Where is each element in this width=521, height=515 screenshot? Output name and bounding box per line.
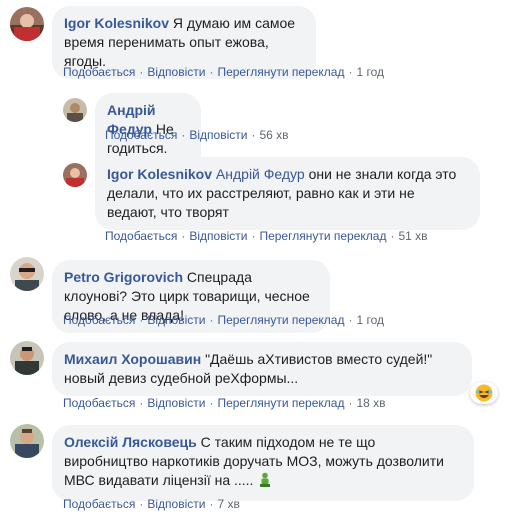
avatar-mikhail-khoroshavin[interactable] bbox=[10, 341, 44, 375]
laughing-emoji-icon bbox=[475, 384, 493, 402]
comment-timestamp[interactable]: 18 хв bbox=[356, 396, 385, 410]
user-photo-icon bbox=[63, 163, 87, 187]
reply-button[interactable]: Відповісти bbox=[189, 128, 247, 142]
comment-actions: Подобається · Відповісти · 56 хв bbox=[105, 127, 289, 143]
comment-author[interactable]: Михаил Хорошавин bbox=[64, 351, 201, 367]
separator-dot: · bbox=[209, 497, 214, 511]
separator-dot: · bbox=[209, 313, 214, 327]
reply-button[interactable]: Відповісти bbox=[147, 396, 205, 410]
comment-timestamp[interactable]: 51 хв bbox=[398, 229, 427, 243]
separator-dot: · bbox=[348, 396, 353, 410]
see-translation-link[interactable]: Переглянути переклад bbox=[217, 65, 344, 79]
like-button[interactable]: Подобається bbox=[63, 396, 135, 410]
comment-actions: Подобається · Відповісти · 7 хв bbox=[63, 496, 240, 512]
comment-actions: Подобається · Відповісти · Переглянути перек… bbox=[105, 228, 428, 244]
separator-dot: · bbox=[181, 128, 186, 142]
comment-timestamp[interactable]: 7 хв bbox=[217, 497, 239, 511]
comment-author[interactable]: Олексій Лясковець bbox=[64, 434, 197, 450]
see-translation-link[interactable]: Переглянути переклад bbox=[259, 229, 386, 243]
user-photo-icon bbox=[63, 98, 87, 122]
user-photo-icon bbox=[10, 257, 44, 291]
like-button[interactable]: Подобається bbox=[105, 128, 177, 142]
user-photo-icon bbox=[10, 341, 44, 375]
user-photo-icon bbox=[10, 424, 44, 458]
comment-bubble: Igor Kolesnikov Андрій Федур они не знал… bbox=[95, 157, 480, 230]
separator-dot: · bbox=[139, 396, 144, 410]
comment-timestamp[interactable]: 56 хв bbox=[259, 128, 288, 142]
comment-author[interactable]: Igor Kolesnikov bbox=[64, 15, 169, 31]
comment-bubble: Михаил Хорошавин "Даёшь аХтивистов вмест… bbox=[52, 342, 472, 396]
comment-bubble: Олексій Лясковець С таким підходом не те… bbox=[52, 425, 474, 501]
see-translation-link[interactable]: Переглянути переклад bbox=[217, 313, 344, 327]
reply-button[interactable]: Відповісти bbox=[147, 497, 205, 511]
comment-author[interactable]: Petro Grigorovich bbox=[64, 269, 183, 285]
avatar-oleksii-liaskovets[interactable] bbox=[10, 424, 44, 458]
like-button[interactable]: Подобається bbox=[63, 313, 135, 327]
separator-dot: · bbox=[209, 396, 214, 410]
separator-dot: · bbox=[390, 229, 395, 243]
comment-timestamp[interactable]: 1 год bbox=[356, 313, 384, 327]
separator-dot: · bbox=[348, 65, 353, 79]
like-button[interactable]: Подобається bbox=[63, 65, 135, 79]
separator-dot: · bbox=[251, 229, 256, 243]
like-button[interactable]: Подобається bbox=[105, 229, 177, 243]
avatar-andrii-fedur[interactable] bbox=[63, 98, 87, 122]
separator-dot: · bbox=[139, 497, 144, 511]
see-translation-link[interactable]: Переглянути переклад bbox=[217, 396, 344, 410]
separator-dot: · bbox=[181, 229, 186, 243]
reply-button[interactable]: Відповісти bbox=[147, 313, 205, 327]
avatar-petro-grigorovich[interactable] bbox=[10, 257, 44, 291]
separator-dot: · bbox=[251, 128, 256, 142]
avatar-igor-kolesnikov[interactable] bbox=[63, 163, 87, 187]
comment-actions: Подобається · Відповісти · Переглянути перек… bbox=[63, 64, 384, 80]
like-button[interactable]: Подобається bbox=[63, 497, 135, 511]
comment-timestamp[interactable]: 1 год bbox=[356, 65, 384, 79]
reaction-summary[interactable] bbox=[470, 382, 498, 404]
reply-button[interactable]: Відповісти bbox=[189, 229, 247, 243]
avatar-igor-kolesnikov[interactable] bbox=[10, 7, 44, 41]
reply-button[interactable]: Відповісти bbox=[147, 65, 205, 79]
comment-author[interactable]: Igor Kolesnikov bbox=[107, 166, 212, 182]
comment-actions: Подобається · Відповісти · Переглянути перек… bbox=[63, 395, 386, 411]
comment-actions: Подобається · Відповісти · Переглянути перек… bbox=[63, 312, 384, 328]
green-figure-emoji-icon bbox=[257, 472, 273, 493]
mention-link[interactable]: Андрій Федур bbox=[216, 166, 305, 182]
separator-dot: · bbox=[139, 65, 144, 79]
separator-dot: · bbox=[139, 313, 144, 327]
user-photo-icon bbox=[10, 7, 44, 41]
separator-dot: · bbox=[348, 313, 353, 327]
separator-dot: · bbox=[209, 65, 214, 79]
